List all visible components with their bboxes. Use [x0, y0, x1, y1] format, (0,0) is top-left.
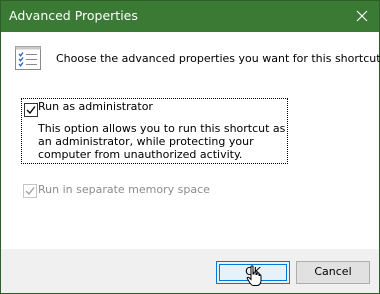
dialog-footer: OK Cancel: [1, 249, 379, 293]
cancel-button[interactable]: Cancel: [296, 261, 370, 284]
run-as-admin-option[interactable]: Run as administrator This option allows …: [21, 98, 288, 164]
dialog-content: Choose the advanced properties you want …: [1, 32, 380, 249]
checkmark-icon: [25, 187, 35, 196]
title-bar[interactable]: Advanced Properties: [1, 1, 379, 32]
run-as-admin-description: This option allows you to run this short…: [38, 122, 286, 161]
run-as-admin-checkbox[interactable]: [24, 103, 38, 117]
advanced-properties-dialog: Advanced Properties Choose the advanced …: [0, 0, 380, 294]
run-as-admin-label[interactable]: Run as administrator: [38, 100, 153, 113]
property-list-icon: [15, 46, 41, 70]
separate-memory-label: Run in separate memory space: [38, 183, 210, 196]
intro-text: Choose the advanced properties you want …: [56, 52, 380, 65]
separate-memory-checkbox: [23, 184, 37, 198]
hand-pointer-cursor-icon: [246, 265, 262, 286]
close-icon: [356, 10, 368, 22]
checkmark-icon: [26, 106, 36, 115]
close-button[interactable]: [345, 1, 379, 32]
window-title: Advanced Properties: [9, 8, 138, 23]
